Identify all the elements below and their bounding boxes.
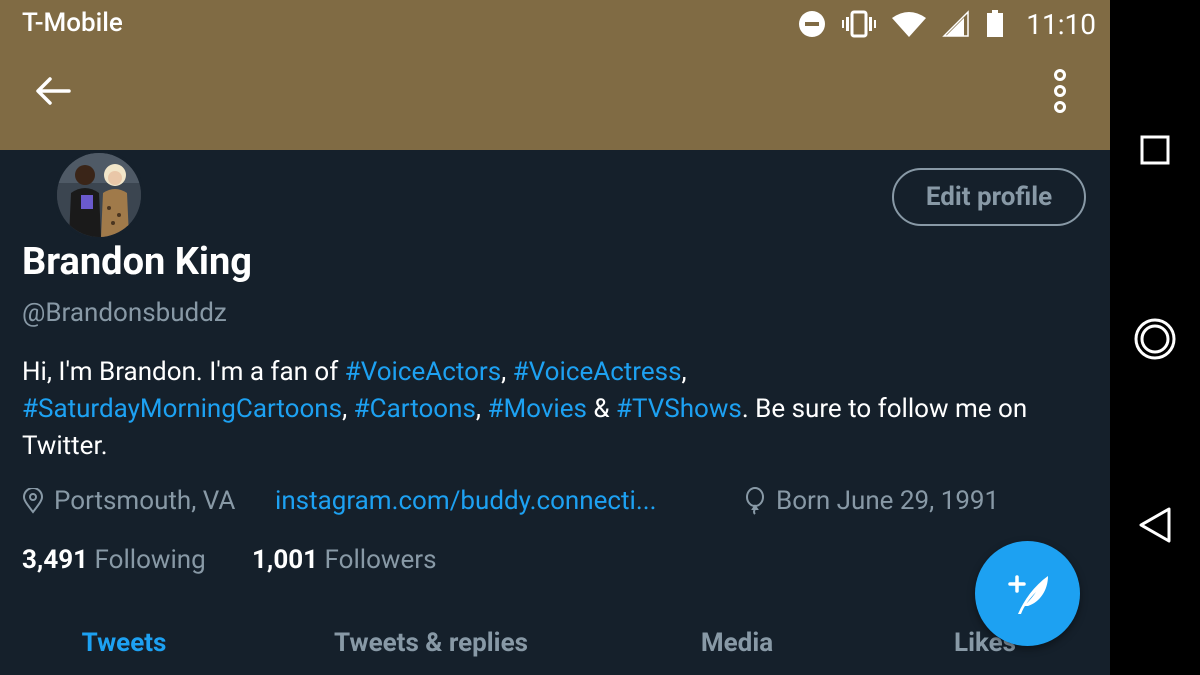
- tab-tweets-replies[interactable]: Tweets & replies: [334, 628, 528, 658]
- hashtag-link[interactable]: #Movies: [487, 394, 586, 424]
- battery-icon: [987, 10, 1004, 37]
- compose-tweet-button[interactable]: [975, 541, 1080, 646]
- edit-profile-button[interactable]: Edit profile: [892, 168, 1086, 226]
- balloon-icon: [746, 487, 764, 515]
- following-count[interactable]: 3,491 Following: [22, 545, 206, 575]
- bio-text: ,: [342, 394, 354, 424]
- hashtag-link[interactable]: #VoiceActress: [513, 357, 682, 387]
- home-circle-icon: [1134, 318, 1176, 360]
- following-number: 3,491: [22, 545, 89, 575]
- bio-text: ,: [475, 394, 488, 424]
- profile-header: T-Mobile 11:10: [0, 0, 1110, 150]
- cell-signal-icon: [942, 10, 970, 37]
- website-link[interactable]: instagram.com/buddy.connecti...: [275, 486, 656, 516]
- hashtag-link[interactable]: #SaturdayMorningCartoons: [22, 394, 342, 424]
- bio-text: ,: [681, 357, 687, 387]
- clock: 11:10: [1026, 7, 1096, 41]
- bio-text: Hi, I'm Brandon. I'm a fan of: [22, 357, 345, 387]
- profile-handle: @Brandonsbuddz: [22, 298, 227, 328]
- screen: T-Mobile 11:10 Edit profile Brandon King…: [0, 0, 1110, 675]
- android-nav-bar: [1110, 0, 1200, 675]
- status-icons: 11:10: [798, 6, 1096, 42]
- bio-text: &: [586, 394, 617, 424]
- hashtag-link[interactable]: #TVShows: [616, 394, 742, 424]
- birthday-item: Born June 29, 1991: [744, 486, 999, 516]
- profile-name: Brandon King: [22, 240, 252, 284]
- profile-tabs: Tweets Tweets & replies Media Likes: [0, 628, 1110, 675]
- following-label: Following: [94, 545, 206, 575]
- birthday-text: Born June 29, 1991: [776, 486, 1000, 516]
- do-not-disturb-icon: [799, 11, 826, 37]
- vibrate-icon: [842, 10, 877, 38]
- location-item: Portsmouth, VA: [22, 486, 235, 516]
- tab-tweets[interactable]: Tweets: [82, 628, 167, 658]
- profile-avatar[interactable]: [54, 150, 144, 240]
- followers-label: Followers: [324, 545, 437, 575]
- more-vertical-icon: [1054, 69, 1066, 113]
- location-pin-icon: [22, 488, 44, 514]
- hashtag-link[interactable]: #VoiceActors: [345, 357, 501, 387]
- back-arrow-icon: [36, 77, 71, 105]
- compose-tweet-icon: [1007, 574, 1048, 614]
- wifi-icon: [892, 12, 927, 37]
- system-back-button[interactable]: [1125, 495, 1185, 555]
- avatar-photo: [57, 153, 141, 237]
- profile-bio: Hi, I'm Brandon. I'm a fan of #VoiceActo…: [22, 354, 1097, 465]
- tab-media[interactable]: Media: [701, 628, 773, 658]
- back-triangle-icon: [1139, 507, 1171, 543]
- home-button[interactable]: [1125, 309, 1185, 369]
- followers-number: 1,001: [252, 545, 319, 575]
- bio-text: ,: [501, 357, 513, 387]
- hashtag-link[interactable]: #Cartoons: [354, 394, 476, 424]
- website-link-text[interactable]: instagram.com/buddy.connecti...: [275, 486, 656, 516]
- more-options-button[interactable]: [1040, 66, 1080, 116]
- followers-count[interactable]: 1,001 Followers: [252, 545, 437, 575]
- recents-button[interactable]: [1125, 120, 1185, 180]
- back-button[interactable]: [30, 70, 76, 112]
- carrier-name: T-Mobile: [22, 8, 123, 38]
- recents-square-icon: [1140, 135, 1170, 165]
- location-text: Portsmouth, VA: [54, 486, 236, 516]
